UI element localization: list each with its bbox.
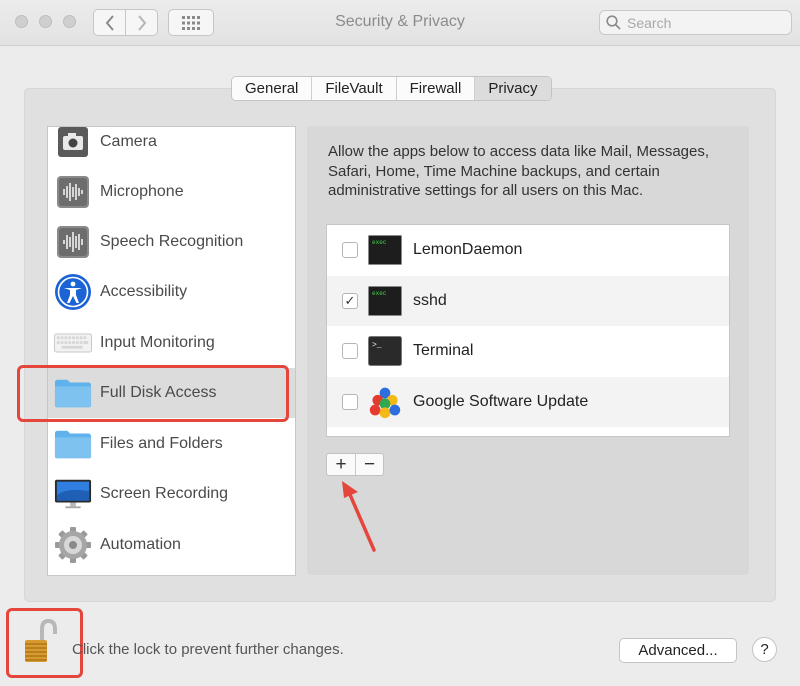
- sidebar-item-speech-recognition[interactable]: Speech Recognition: [48, 217, 295, 267]
- accessibility-icon: [54, 273, 92, 311]
- add-app-button[interactable]: +: [327, 454, 355, 475]
- svg-text:>_: >_: [372, 341, 382, 350]
- terminal-icon: >_: [368, 336, 402, 367]
- list-item[interactable]: Google Software Update: [327, 376, 729, 427]
- annotation-arrow-icon: [342, 481, 376, 552]
- app-checkbox[interactable]: [342, 242, 358, 259]
- sidebar-item-label: Input Monitoring: [100, 334, 215, 351]
- camera-icon: [54, 127, 92, 161]
- microphone-icon: [54, 173, 92, 211]
- app-checkbox-checked[interactable]: ✓: [342, 292, 358, 309]
- help-button[interactable]: ?: [752, 637, 777, 662]
- permission-description: Allow the apps below to access data like…: [328, 143, 710, 199]
- sidebar-item-label: Screen Recording: [100, 485, 229, 502]
- list-item[interactable]: ✓ exec sshd: [327, 275, 729, 326]
- sidebar-item-label: Automation: [100, 536, 181, 553]
- speech-recognition-icon: [54, 223, 92, 261]
- svg-text:exec: exec: [372, 239, 387, 246]
- privacy-category-list[interactable]: Camera Microphone Speech Recognition Acc…: [47, 126, 296, 576]
- annotation-highlight-full-disk-access: [17, 365, 289, 422]
- exec-icon: exec: [368, 235, 402, 266]
- sidebar-item-files-and-folders[interactable]: Files and Folders: [48, 419, 295, 469]
- search-field[interactable]: [599, 10, 792, 35]
- sidebar-item-camera[interactable]: Camera: [48, 127, 295, 167]
- keyboard-icon: [54, 324, 92, 362]
- sidebar-item-microphone[interactable]: Microphone: [48, 167, 295, 217]
- magnifier-icon: [606, 15, 621, 30]
- title-bar: Security & Privacy: [0, 0, 800, 46]
- app-name: sshd: [413, 291, 447, 309]
- sidebar-item-label: Microphone: [100, 183, 184, 200]
- remove-app-button[interactable]: −: [355, 454, 383, 475]
- google-update-icon: [368, 387, 402, 418]
- exec-icon: exec: [368, 285, 402, 316]
- search-input[interactable]: [627, 14, 777, 31]
- tab-privacy[interactable]: Privacy: [475, 77, 551, 100]
- sidebar-item-screen-recording[interactable]: Screen Recording: [48, 469, 295, 519]
- tab-bar: General FileVault Firewall Privacy: [231, 76, 552, 101]
- app-name: Terminal: [413, 342, 474, 360]
- tab-firewall[interactable]: Firewall: [396, 77, 476, 100]
- sidebar-item-automation[interactable]: Automation: [48, 520, 295, 570]
- list-item-partial: [327, 427, 729, 436]
- sidebar-item-label: Camera: [100, 133, 157, 150]
- sidebar-item-label: Files and Folders: [100, 435, 223, 452]
- list-item[interactable]: exec LemonDaemon: [327, 225, 729, 276]
- app-checkbox[interactable]: [342, 343, 358, 360]
- tab-filevault[interactable]: FileVault: [312, 77, 397, 100]
- app-name: LemonDaemon: [413, 241, 523, 259]
- lock-status-text: Click the lock to prevent further change…: [72, 641, 344, 658]
- app-checkbox[interactable]: [342, 393, 358, 410]
- svg-text:exec: exec: [372, 290, 387, 297]
- sidebar-item-input-monitoring[interactable]: Input Monitoring: [48, 318, 295, 368]
- tab-general[interactable]: General: [232, 77, 313, 100]
- display-icon: [54, 475, 92, 513]
- sidebar-item-accessibility[interactable]: Accessibility: [48, 267, 295, 317]
- app-list[interactable]: exec LemonDaemon ✓ exec sshd >_ Terminal: [326, 224, 730, 437]
- add-remove-control: + −: [326, 453, 384, 476]
- sidebar-item-label: Accessibility: [100, 283, 188, 300]
- list-item[interactable]: >_ Terminal: [327, 326, 729, 377]
- gear-icon: [54, 526, 92, 564]
- sidebar-item-label: Speech Recognition: [100, 233, 244, 250]
- app-name: Google Software Update: [413, 392, 589, 410]
- advanced-button[interactable]: Advanced...: [619, 638, 737, 663]
- folder-icon: [54, 425, 92, 463]
